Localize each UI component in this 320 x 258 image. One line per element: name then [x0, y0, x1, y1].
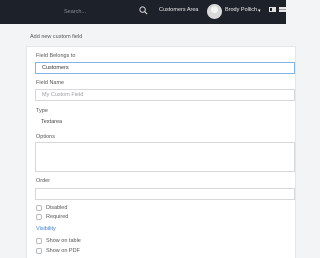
type-label: Type: [36, 108, 48, 114]
layout-icon[interactable]: [269, 7, 276, 12]
search-input[interactable]: [4, 5, 130, 19]
page-title: Add new custom field: [30, 34, 83, 40]
disabled-checkbox[interactable]: [36, 205, 42, 211]
field-name-label: Field Name: [36, 80, 65, 86]
field-belongs-to-label: Field Belongs to: [36, 53, 76, 59]
avatar[interactable]: [207, 4, 222, 19]
show-on-table-label: Show on table: [46, 238, 81, 244]
disabled-label: Disabled: [46, 205, 68, 211]
options-label: Options: [36, 134, 55, 140]
type-select[interactable]: Textarea: [41, 119, 62, 125]
show-on-table-checkbox[interactable]: [36, 238, 42, 244]
customers-area-link[interactable]: Customers Area: [159, 7, 198, 13]
field-belongs-to-value: Customers: [42, 65, 69, 71]
order-label: Order: [36, 178, 51, 184]
visibility-section-title: Visibility: [36, 226, 56, 232]
search-icon[interactable]: [139, 6, 148, 15]
user-menu-name[interactable]: Brody Pollich: [225, 7, 257, 13]
required-checkbox[interactable]: [36, 214, 42, 220]
field-name-placeholder: My Custom Field: [42, 92, 84, 98]
flag-icon[interactable]: [279, 7, 286, 12]
options-textarea[interactable]: [35, 142, 295, 172]
chevron-down-icon[interactable]: ▾: [258, 8, 261, 14]
show-on-pdf-label: Show on PDF: [46, 248, 80, 254]
field-name-input[interactable]: My Custom Field: [35, 89, 295, 101]
order-input[interactable]: [35, 188, 295, 200]
field-belongs-to-select[interactable]: Customers: [35, 62, 295, 74]
top-navbar: Customers Area Brody Pollich ▾: [0, 0, 286, 24]
show-on-pdf-checkbox[interactable]: [36, 248, 42, 254]
required-label: Required: [46, 214, 69, 220]
